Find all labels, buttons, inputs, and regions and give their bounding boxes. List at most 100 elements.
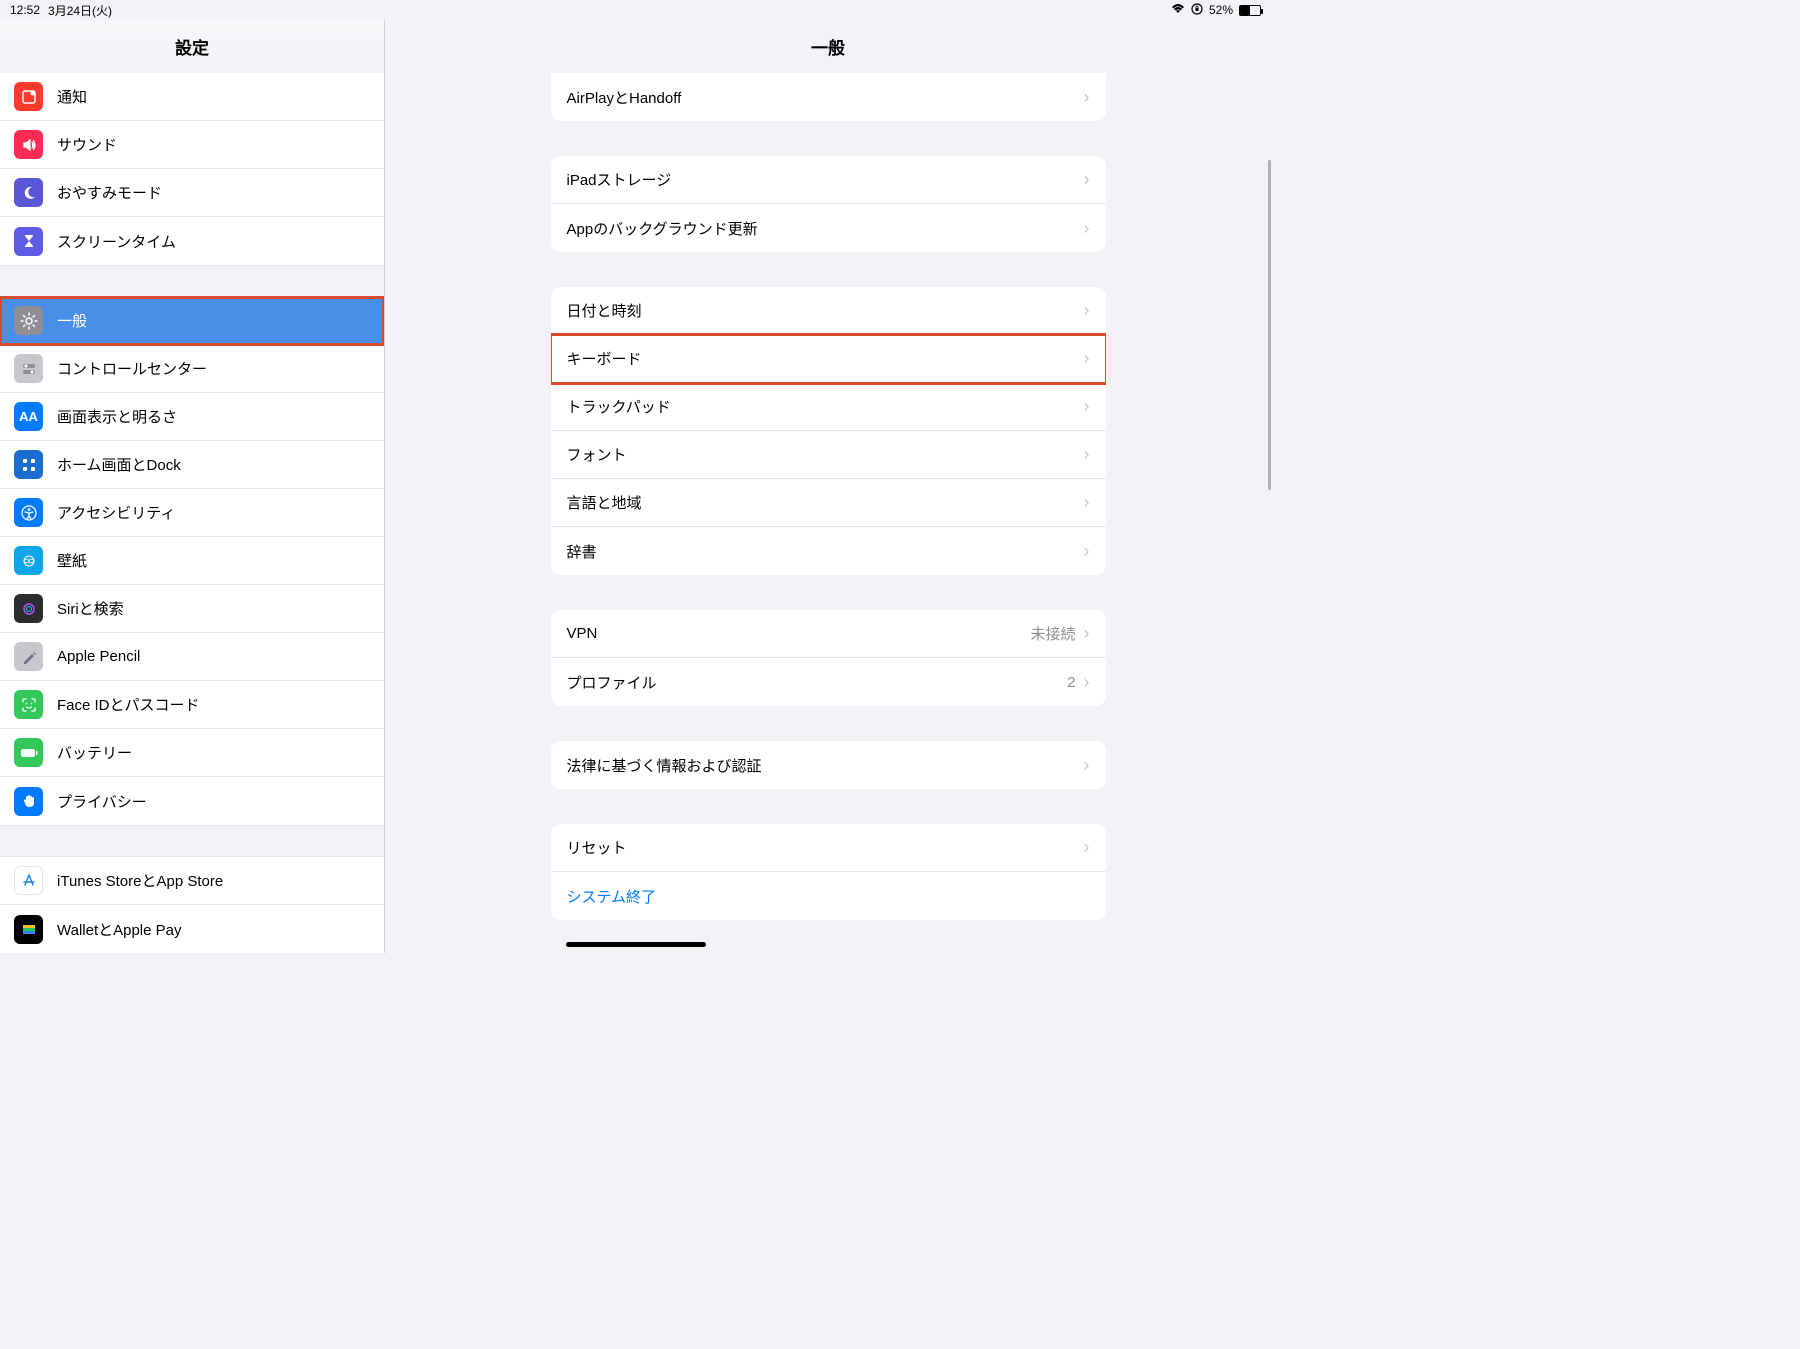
row-legal[interactable]: 法律に基づく情報および認証 ›: [551, 741, 1106, 789]
sidebar-item-screentime[interactable]: スクリーンタイム: [0, 217, 384, 265]
sidebar-item-label: サウンド: [57, 134, 117, 155]
battery-icon: [14, 738, 43, 767]
row-label: 言語と地域: [567, 492, 1084, 513]
sound-icon: [14, 130, 43, 159]
row-value: 2: [1067, 674, 1075, 691]
row-label: キーボード: [567, 348, 1084, 369]
sidebar-item-siri[interactable]: Siriと検索: [0, 585, 384, 633]
wallet-icon: [14, 915, 43, 944]
sidebar-item-label: 画面表示と明るさ: [57, 406, 177, 427]
chevron-right-icon: ›: [1084, 672, 1090, 693]
row-label: プロファイル: [567, 672, 1068, 693]
sidebar-item-label: ホーム画面とDock: [57, 454, 181, 475]
row-dictionary[interactable]: 辞書 ›: [551, 527, 1106, 575]
sidebar-item-notifications[interactable]: 通知: [0, 73, 384, 121]
row-keyboard[interactable]: キーボード ›: [551, 335, 1106, 383]
sidebar-item-display[interactable]: AA 画面表示と明るさ: [0, 393, 384, 441]
appstore-icon: [14, 866, 43, 895]
battery-icon: [1239, 5, 1261, 16]
chevron-right-icon: ›: [1084, 348, 1090, 369]
sidebar-item-accessibility[interactable]: アクセシビリティ: [0, 489, 384, 537]
sidebar-item-label: Face IDとパスコード: [57, 694, 200, 715]
row-font[interactable]: フォント ›: [551, 431, 1106, 479]
row-value: 未接続: [1030, 623, 1075, 644]
sidebar-item-homescreen[interactable]: ホーム画面とDock: [0, 441, 384, 489]
chevron-right-icon: ›: [1084, 396, 1090, 417]
siri-icon: [14, 594, 43, 623]
sidebar-item-label: WalletとApple Pay: [57, 919, 182, 940]
row-trackpad[interactable]: トラックパッド ›: [551, 383, 1106, 431]
sidebar-item-itunes[interactable]: iTunes StoreとApp Store: [0, 857, 384, 905]
chevron-right-icon: ›: [1084, 300, 1090, 321]
row-shutdown[interactable]: システム終了: [551, 872, 1106, 920]
row-language-region[interactable]: 言語と地域 ›: [551, 479, 1106, 527]
status-bar: 12:52 3月24日(火) 52%: [0, 0, 1271, 20]
row-date-time[interactable]: 日付と時刻 ›: [551, 287, 1106, 335]
sidebar-item-applepencil[interactable]: Apple Pencil: [0, 633, 384, 681]
sidebar-item-label: プライバシー: [57, 791, 147, 812]
row-label: システム終了: [567, 886, 1090, 907]
row-label: iPadストレージ: [567, 169, 1084, 190]
row-reset[interactable]: リセット ›: [551, 824, 1106, 872]
chevron-right-icon: ›: [1084, 837, 1090, 858]
row-label: Appのバックグラウンド更新: [567, 218, 1084, 239]
grid-icon: [14, 450, 43, 479]
chevron-right-icon: ›: [1084, 755, 1090, 776]
row-profile[interactable]: プロファイル 2 ›: [551, 658, 1106, 706]
home-indicator[interactable]: [566, 942, 706, 947]
row-label: 辞書: [567, 541, 1084, 562]
gear-icon: [14, 306, 43, 335]
text-size-icon: AA: [14, 402, 43, 431]
sidebar-title: 設定: [0, 20, 384, 73]
wifi-icon: [1171, 3, 1185, 17]
toggles-icon: [14, 354, 43, 383]
sidebar-item-sound[interactable]: サウンド: [0, 121, 384, 169]
hourglass-icon: [14, 227, 43, 256]
row-label: フォント: [567, 444, 1084, 465]
faceid-icon: [14, 690, 43, 719]
row-ipad-storage[interactable]: iPadストレージ ›: [551, 156, 1106, 204]
sidebar-item-battery[interactable]: バッテリー: [0, 729, 384, 777]
scrollbar[interactable]: [1268, 160, 1271, 490]
orientation-lock-icon: [1191, 3, 1203, 18]
sidebar-item-controlcenter[interactable]: コントロールセンター: [0, 345, 384, 393]
row-label: トラックパッド: [567, 396, 1084, 417]
row-label: AirPlayとHandoff: [567, 87, 1084, 108]
chevron-right-icon: ›: [1084, 87, 1090, 108]
chevron-right-icon: ›: [1084, 623, 1090, 644]
sidebar-item-label: スクリーンタイム: [57, 231, 176, 252]
sidebar-item-privacy[interactable]: プライバシー: [0, 777, 384, 825]
settings-sidebar: 設定 通知 サウンド おやすみモード: [0, 20, 385, 953]
detail-pane: 一般 AirPlayとHandoff › iPadストレージ › Appのバック…: [385, 20, 1271, 953]
sidebar-item-label: 通知: [57, 86, 87, 107]
row-label: リセット: [567, 837, 1084, 858]
sidebar-item-faceid[interactable]: Face IDとパスコード: [0, 681, 384, 729]
wallpaper-icon: [14, 546, 43, 575]
pencil-icon: [14, 642, 43, 671]
sidebar-item-label: Apple Pencil: [57, 648, 140, 665]
sidebar-item-label: iTunes StoreとApp Store: [57, 870, 223, 891]
chevron-right-icon: ›: [1084, 169, 1090, 190]
row-vpn[interactable]: VPN 未接続 ›: [551, 610, 1106, 658]
hand-icon: [14, 787, 43, 816]
sidebar-item-label: 壁紙: [57, 550, 87, 571]
battery-percent: 52%: [1209, 3, 1233, 17]
detail-title: 一般: [385, 20, 1271, 73]
row-background-refresh[interactable]: Appのバックグラウンド更新 ›: [551, 204, 1106, 252]
status-time: 12:52: [10, 3, 40, 17]
status-date: 3月24日(火): [48, 2, 112, 19]
row-label: 日付と時刻: [567, 300, 1084, 321]
sidebar-item-label: 一般: [57, 310, 87, 331]
row-label: VPN: [567, 625, 1031, 642]
sidebar-item-wallet[interactable]: WalletとApple Pay: [0, 905, 384, 953]
sidebar-item-wallpaper[interactable]: 壁紙: [0, 537, 384, 585]
accessibility-icon: [14, 498, 43, 527]
sidebar-item-label: バッテリー: [57, 742, 132, 763]
row-airplay-handoff[interactable]: AirPlayとHandoff ›: [551, 73, 1106, 121]
sidebar-item-donotdisturb[interactable]: おやすみモード: [0, 169, 384, 217]
row-label: 法律に基づく情報および認証: [567, 755, 1084, 776]
sidebar-item-general[interactable]: 一般: [0, 297, 384, 345]
chevron-right-icon: ›: [1084, 444, 1090, 465]
chevron-right-icon: ›: [1084, 492, 1090, 513]
moon-icon: [14, 178, 43, 207]
